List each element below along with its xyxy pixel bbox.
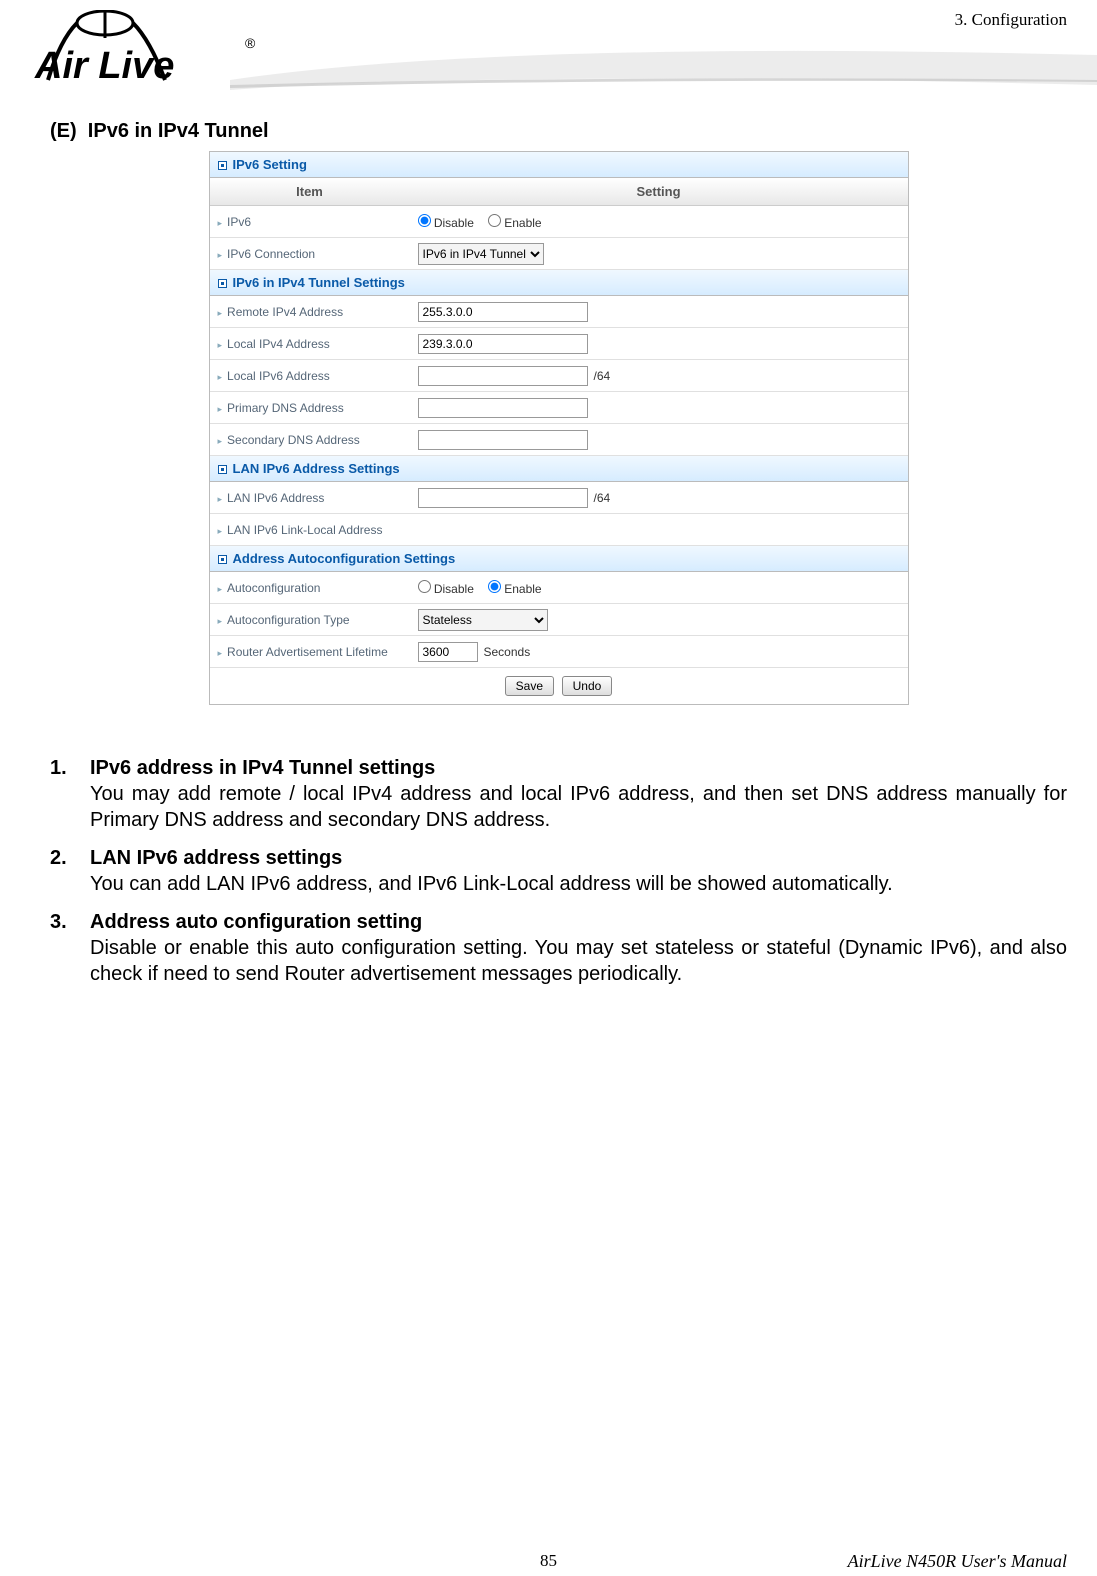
ipv6-enable-radio[interactable] xyxy=(488,214,501,227)
autoconf-enable-option[interactable]: Enable xyxy=(488,580,542,596)
autoconf-disable-radio[interactable] xyxy=(418,580,431,593)
manual-title: AirLive N450R User's Manual xyxy=(848,1551,1067,1572)
row-primary-dns: Primary DNS Address xyxy=(210,392,908,424)
settings-panel: IPv6 Setting Item Setting IPv6 Disable E… xyxy=(209,151,909,705)
lan-ipv6-input[interactable] xyxy=(418,488,588,508)
row-remote-ipv4: Remote IPv4 Address xyxy=(210,296,908,328)
bullet-icon xyxy=(218,465,227,474)
secondary-dns-label: Secondary DNS Address xyxy=(210,427,410,453)
airlive-logo: Air Live ® xyxy=(30,10,260,88)
row-local-ipv6: Local IPv6 Address /64 xyxy=(210,360,908,392)
chapter-label: 3. Configuration xyxy=(955,10,1067,30)
bullet-icon xyxy=(218,161,227,170)
bullet-icon xyxy=(218,279,227,288)
panel-header-lan: LAN IPv6 Address Settings xyxy=(210,456,908,482)
local-ipv6-suffix: /64 xyxy=(594,369,611,383)
row-local-ipv4: Local IPv4 Address xyxy=(210,328,908,360)
autoconf-disable-option[interactable]: Disable xyxy=(418,580,474,596)
item1-title: IPv6 address in IPv4 Tunnel settings xyxy=(90,755,1067,781)
item1-desc: You may add remote / local IPv4 address … xyxy=(90,781,1067,833)
item2-num: 2. xyxy=(50,845,90,897)
autoconf-type-label: Autoconfiguration Type xyxy=(210,607,410,633)
row-secondary-dns: Secondary DNS Address xyxy=(210,424,908,456)
seconds-label: Seconds xyxy=(484,645,531,659)
svg-text:Air Live: Air Live xyxy=(34,45,174,87)
ipv6-enable-option[interactable]: Enable xyxy=(488,214,542,230)
item3-num: 3. xyxy=(50,909,90,987)
bullet-icon xyxy=(218,555,227,564)
save-button[interactable]: Save xyxy=(505,676,554,696)
lan-ipv6-label: LAN IPv6 Address xyxy=(210,485,410,511)
item3-desc: Disable or enable this auto configuratio… xyxy=(90,935,1067,987)
primary-dns-input[interactable] xyxy=(418,398,588,418)
button-row: Save Undo xyxy=(210,668,908,704)
ipv6-connection-label: IPv6 Connection xyxy=(210,241,410,267)
lan-ipv6-suffix: /64 xyxy=(594,491,611,505)
lan-linklocal-label: LAN IPv6 Link-Local Address xyxy=(210,517,410,543)
item2-title: LAN IPv6 address settings xyxy=(90,845,1067,871)
row-ipv6-connection: IPv6 Connection IPv6 in IPv4 Tunnel xyxy=(210,238,908,270)
panel-header-autoconf: Address Autoconfiguration Settings xyxy=(210,546,908,572)
ipv6-disable-radio[interactable] xyxy=(418,214,431,227)
row-lan-linklocal: LAN IPv6 Link-Local Address xyxy=(210,514,908,546)
ipv6-disable-option[interactable]: Disable xyxy=(418,214,474,230)
row-router-adv: Router Advertisement Lifetime Seconds xyxy=(210,636,908,668)
undo-button[interactable]: Undo xyxy=(562,676,613,696)
row-autoconf: Autoconfiguration Disable Enable xyxy=(210,572,908,604)
page-number: 85 xyxy=(540,1551,557,1571)
local-ipv4-input[interactable] xyxy=(418,334,588,354)
column-headers: Item Setting xyxy=(210,178,908,206)
col-header-item: Item xyxy=(210,178,410,205)
section-title: (E) IPv6 in IPv4 Tunnel xyxy=(50,120,1067,143)
row-ipv6: IPv6 Disable Enable xyxy=(210,206,908,238)
local-ipv6-input[interactable] xyxy=(418,366,588,386)
router-adv-input[interactable] xyxy=(418,642,478,662)
svg-text:®: ® xyxy=(245,35,256,51)
primary-dns-label: Primary DNS Address xyxy=(210,395,410,421)
body-text: 1. IPv6 address in IPv4 Tunnel settings … xyxy=(50,755,1067,987)
secondary-dns-input[interactable] xyxy=(418,430,588,450)
local-ipv4-label: Local IPv4 Address xyxy=(210,331,410,357)
ipv6-connection-select[interactable]: IPv6 in IPv4 Tunnel xyxy=(418,243,544,265)
row-autoconf-type: Autoconfiguration Type Stateless xyxy=(210,604,908,636)
panel-header-tunnel: IPv6 in IPv4 Tunnel Settings xyxy=(210,270,908,296)
item3-title: Address auto configuration setting xyxy=(90,909,1067,935)
autoconf-type-select[interactable]: Stateless xyxy=(418,609,548,631)
remote-ipv4-input[interactable] xyxy=(418,302,588,322)
local-ipv6-label: Local IPv6 Address xyxy=(210,363,410,389)
col-header-setting: Setting xyxy=(410,178,908,205)
autoconf-label: Autoconfiguration xyxy=(210,575,410,601)
item2-desc: You can add LAN IPv6 address, and IPv6 L… xyxy=(90,871,1067,897)
router-adv-label: Router Advertisement Lifetime xyxy=(210,639,410,665)
autoconf-enable-radio[interactable] xyxy=(488,580,501,593)
ipv6-label: IPv6 xyxy=(210,209,410,235)
remote-ipv4-label: Remote IPv4 Address xyxy=(210,299,410,325)
item1-num: 1. xyxy=(50,755,90,833)
panel-header-ipv6-setting: IPv6 Setting xyxy=(210,152,908,178)
row-lan-ipv6: LAN IPv6 Address /64 xyxy=(210,482,908,514)
